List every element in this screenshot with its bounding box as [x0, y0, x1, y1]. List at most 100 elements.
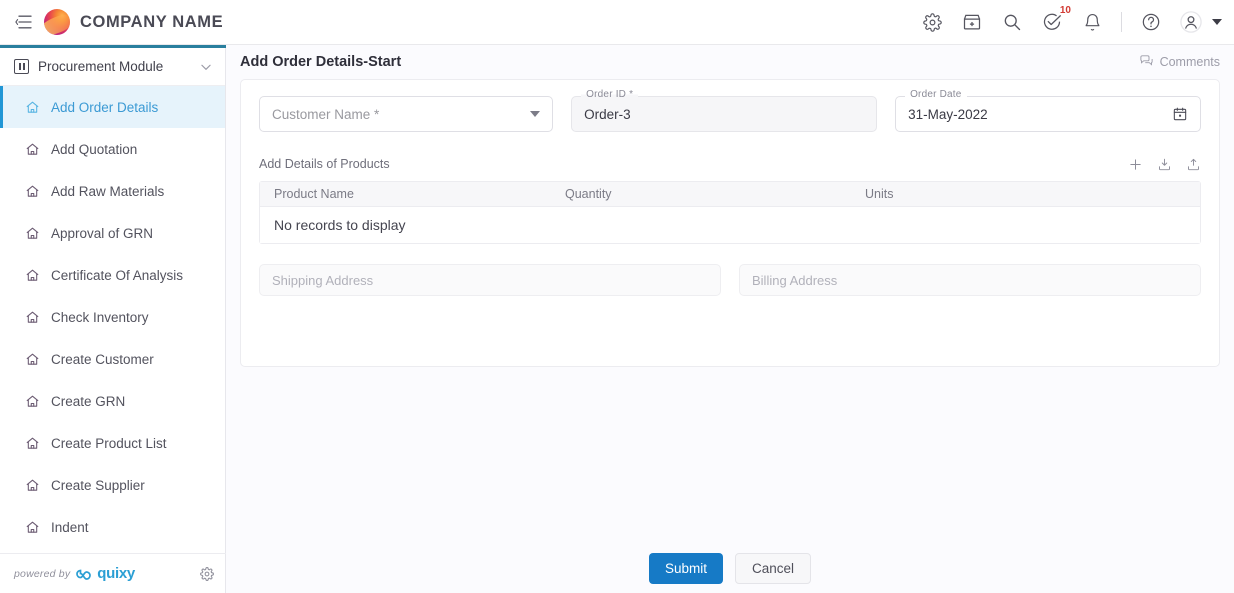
- sidebar-item-label: Add Quotation: [51, 141, 138, 157]
- order-date-value: 31-May-2022: [908, 106, 988, 122]
- home-icon: [25, 184, 40, 199]
- comment-bubble-icon: [1139, 53, 1154, 71]
- chevron-down-icon[interactable]: [530, 111, 541, 117]
- billing-address-placeholder: Billing Address: [752, 272, 838, 288]
- column-header-product-name: Product Name: [274, 187, 354, 201]
- home-icon: [25, 520, 40, 535]
- home-icon: [25, 142, 40, 157]
- powered-by-label: powered by: [14, 567, 71, 580]
- home-icon: [25, 436, 40, 451]
- top-bar-actions: 10: [921, 6, 1222, 33]
- sidebar-item-label: Create Product List: [51, 435, 167, 451]
- shipping-address-input[interactable]: Shipping Address: [259, 264, 721, 296]
- search-icon[interactable]: [1001, 11, 1023, 33]
- sidebar-accent-bar: [0, 45, 226, 48]
- order-details-card: Customer Name * Order ID * Order-3 Order…: [240, 79, 1220, 367]
- home-icon: [25, 352, 40, 367]
- chevron-down-icon[interactable]: [199, 60, 213, 74]
- sidebar-item-add-quotation[interactable]: Add Quotation: [0, 128, 225, 170]
- products-table: Product Name Quantity Units No records t…: [259, 181, 1201, 244]
- sidebar-item-label: Create Supplier: [51, 477, 145, 493]
- gear-icon[interactable]: [200, 566, 214, 581]
- account-chevron-down-icon[interactable]: [1212, 19, 1222, 25]
- home-icon: [25, 226, 40, 241]
- sidebar-item-label: Indent: [51, 519, 89, 535]
- order-id-label: Order ID *: [581, 89, 639, 100]
- sidebar-item-approval-of-grn[interactable]: Approval of GRN: [0, 212, 225, 254]
- tasks-check-icon[interactable]: 10: [1041, 6, 1071, 33]
- store-icon[interactable]: [961, 11, 983, 33]
- products-actions: [1128, 157, 1201, 172]
- customer-name-field[interactable]: Customer Name *: [259, 96, 554, 132]
- column-header-quantity: Quantity: [565, 187, 612, 201]
- toolbar-divider: [1121, 12, 1122, 32]
- products-section-label: Add Details of Products: [259, 157, 390, 171]
- calendar-icon[interactable]: [1172, 106, 1188, 122]
- form-row-primary: Customer Name * Order ID * Order-3 Order…: [259, 89, 1201, 132]
- company-logo-icon: [44, 9, 70, 35]
- sidebar-item-check-inventory[interactable]: Check Inventory: [0, 296, 225, 338]
- sidebar-item-indent[interactable]: Indent: [0, 506, 225, 548]
- help-icon[interactable]: [1140, 11, 1162, 33]
- sidebar-item-label: Check Inventory: [51, 309, 149, 325]
- order-id-field: Order ID * Order-3: [571, 89, 878, 132]
- customer-name-select[interactable]: Customer Name *: [259, 96, 554, 132]
- top-bar: COMPANY NAME 10: [0, 0, 1234, 45]
- order-id-value: Order-3: [584, 106, 631, 122]
- billing-address-input[interactable]: Billing Address: [739, 264, 1201, 296]
- gear-icon[interactable]: [921, 11, 943, 33]
- application-window: COMPANY NAME 10 Procurement Module Add O…: [0, 0, 1234, 593]
- sidebar-item-create-customer[interactable]: Create Customer: [0, 338, 225, 380]
- sidebar-item-label: Add Order Details: [51, 99, 159, 115]
- cancel-button[interactable]: Cancel: [735, 553, 812, 584]
- hamburger-icon[interactable]: [12, 11, 34, 33]
- sidebar-item-add-raw-materials[interactable]: Add Raw Materials: [0, 170, 225, 212]
- home-icon: [25, 268, 40, 283]
- module-grid-icon: [14, 59, 29, 74]
- sidebar-nav: Add Order Details Add Quotation Add Raw …: [0, 86, 225, 548]
- page-title: Add Order Details-Start: [240, 54, 402, 70]
- home-icon: [25, 394, 40, 409]
- brand-name: COMPANY NAME: [80, 12, 224, 31]
- quixy-wordmark: quixy: [97, 565, 135, 582]
- add-row-icon[interactable]: [1128, 157, 1143, 172]
- main-header: Add Order Details-Start Comments: [226, 45, 1234, 79]
- bell-icon[interactable]: [1081, 11, 1103, 33]
- main-content: Add Order Details-Start Comments Custome…: [226, 45, 1234, 593]
- module-title: Procurement Module: [38, 59, 164, 74]
- comments-label: Comments: [1159, 55, 1220, 69]
- sidebar-item-label: Approval of GRN: [51, 225, 154, 241]
- sidebar-item-create-supplier[interactable]: Create Supplier: [0, 464, 225, 506]
- sidebar-item-label: Create Customer: [51, 351, 154, 367]
- sidebar-item-label: Create GRN: [51, 393, 126, 409]
- form-actions: Submit Cancel: [226, 553, 1234, 584]
- sidebar-footer: powered by quixy: [0, 553, 226, 593]
- submit-button[interactable]: Submit: [648, 553, 723, 584]
- sidebar-item-create-grn[interactable]: Create GRN: [0, 380, 225, 422]
- module-header[interactable]: Procurement Module: [0, 48, 225, 86]
- home-icon: [25, 310, 40, 325]
- order-date-field[interactable]: Order Date 31-May-2022: [895, 89, 1201, 132]
- home-icon: [25, 100, 40, 115]
- user-avatar-icon[interactable]: [1180, 11, 1202, 33]
- comments-button[interactable]: Comments: [1139, 53, 1220, 71]
- sidebar-item-certificate-of-analysis[interactable]: Certificate Of Analysis: [0, 254, 225, 296]
- quixy-mark-icon: [76, 569, 92, 580]
- table-header-row: Product Name Quantity Units: [260, 182, 1200, 207]
- quixy-logo: quixy: [76, 565, 135, 582]
- download-icon[interactable]: [1157, 157, 1172, 172]
- table-empty-row: No records to display: [260, 207, 1200, 243]
- sidebar-item-add-order-details[interactable]: Add Order Details: [0, 86, 225, 128]
- tasks-badge: 10: [1059, 5, 1071, 16]
- order-id-input: Order-3: [571, 96, 878, 132]
- column-header-units: Units: [865, 187, 894, 201]
- sidebar-item-create-product-list[interactable]: Create Product List: [0, 422, 225, 464]
- order-date-label: Order Date: [905, 89, 967, 100]
- address-row: Shipping Address Billing Address: [259, 264, 1201, 296]
- order-date-input[interactable]: 31-May-2022: [895, 96, 1201, 132]
- sidebar: Procurement Module Add Order Details Add…: [0, 45, 226, 593]
- sidebar-item-label: Add Raw Materials: [51, 183, 165, 199]
- shipping-address-placeholder: Shipping Address: [272, 272, 374, 288]
- products-section-header: Add Details of Products: [259, 154, 1201, 174]
- upload-icon[interactable]: [1186, 157, 1201, 172]
